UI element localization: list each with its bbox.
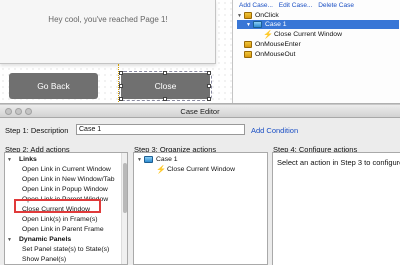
highlight-annotation [14,199,101,213]
dialog-titlebar[interactable]: Case Editor [0,105,400,118]
add-case-link[interactable]: Add Case... [239,2,273,9]
tree-event-onmouseout[interactable]: OnMouseOut [244,50,295,59]
add-condition-link[interactable]: Add Condition [251,126,298,135]
tree-case-selected[interactable]: ▼ Case 1 [237,20,399,29]
resize-handle-middle-right[interactable] [207,84,211,88]
action-label: Close Current Window [274,31,342,38]
disclosure-open-icon[interactable]: ▼ [137,157,144,163]
go-back-button[interactable]: Go Back [9,73,98,99]
resize-handle-middle-left[interactable] [119,84,123,88]
page-panel: Hey cool, you've reached Page 1! [0,0,216,64]
list-item[interactable]: Open Link(s) in Frame(s) [22,215,98,224]
lightning-bolt-icon: ⚡ [263,29,273,39]
resize-handle-bottom-left[interactable] [119,97,123,101]
delete-case-link[interactable]: Delete Case [318,2,354,9]
organize-actions-panel[interactable]: ▼ Case 1 ⚡ Close Current Window [133,152,268,265]
design-canvas[interactable]: Hey cool, you've reached Page 1! Go Back… [0,0,232,103]
step1-label: Step 1: Description [5,126,69,135]
event-icon [244,41,252,48]
tree-event-onclick[interactable]: ▼ OnClick [237,11,279,20]
description-input[interactable] [76,124,245,135]
event-label: OnClick [255,12,279,19]
page-text: Hey cool, you've reached Page 1! [48,15,168,24]
disclosure-open-icon[interactable]: ▼ [7,157,14,163]
category-links[interactable]: ▼ Links [7,155,37,164]
organize-case-row[interactable]: ▼ Case 1 [137,155,178,164]
category-dynamic-panels[interactable]: ▼ Dynamic Panels [7,235,71,244]
resize-handle-top-left[interactable] [119,71,123,75]
list-item[interactable]: Open Link in Parent Frame [22,225,104,234]
disclosure-open-icon[interactable]: ▼ [246,22,253,28]
case-icon [253,21,262,28]
list-item[interactable]: Open Link in New Window/Tab [22,175,115,184]
category-label: Dynamic Panels [19,236,72,243]
disclosure-open-icon[interactable]: ▼ [237,13,244,19]
tree-event-onmouseenter[interactable]: OnMouseEnter [244,40,301,49]
tree-action[interactable]: ⚡ Close Current Window [263,30,342,39]
list-item[interactable]: Set Panel state(s) to State(s) [22,245,109,254]
list-item[interactable]: Show Panel(s) [22,255,66,264]
event-icon [244,51,252,58]
list-item[interactable]: Open Link in Popup Window [22,185,108,194]
case-links: Add Case... Edit Case... Delete Case [239,2,358,9]
close-button[interactable]: Close [119,71,212,101]
configure-hint: Select an action in Step 3 to configure [277,158,400,167]
resize-handle-bottom-right[interactable] [207,97,211,101]
resize-handle-bottom-center[interactable] [163,97,167,101]
scroll-thumb[interactable] [123,163,127,213]
case-editor-dialog: Case Editor Step 1: Description Add Cond… [0,105,400,265]
scrollbar[interactable] [121,153,127,264]
organize-case-label: Case 1 [156,156,178,163]
event-label: OnMouseOut [255,51,296,58]
configure-actions-panel: Select an action in Step 3 to configure [272,152,400,265]
edit-case-link[interactable]: Edit Case... [279,2,313,9]
interactions-panel: Add Case... Edit Case... Delete Case ▼ O… [232,0,400,103]
resize-handle-top-center[interactable] [163,71,167,75]
event-icon [244,12,252,19]
organize-action-label: Close Current Window [167,166,235,173]
resize-handle-top-right[interactable] [207,71,211,75]
disclosure-open-icon[interactable]: ▼ [7,237,14,243]
category-label: Links [19,156,37,163]
dialog-title: Case Editor [180,107,220,116]
case-label: Case 1 [265,21,287,28]
organize-action-row[interactable]: ⚡ Close Current Window [156,165,235,174]
case-icon [144,156,153,163]
event-label: OnMouseEnter [255,41,301,48]
lightning-bolt-icon: ⚡ [156,164,166,174]
list-item[interactable]: Open Link in Current Window [22,165,111,174]
